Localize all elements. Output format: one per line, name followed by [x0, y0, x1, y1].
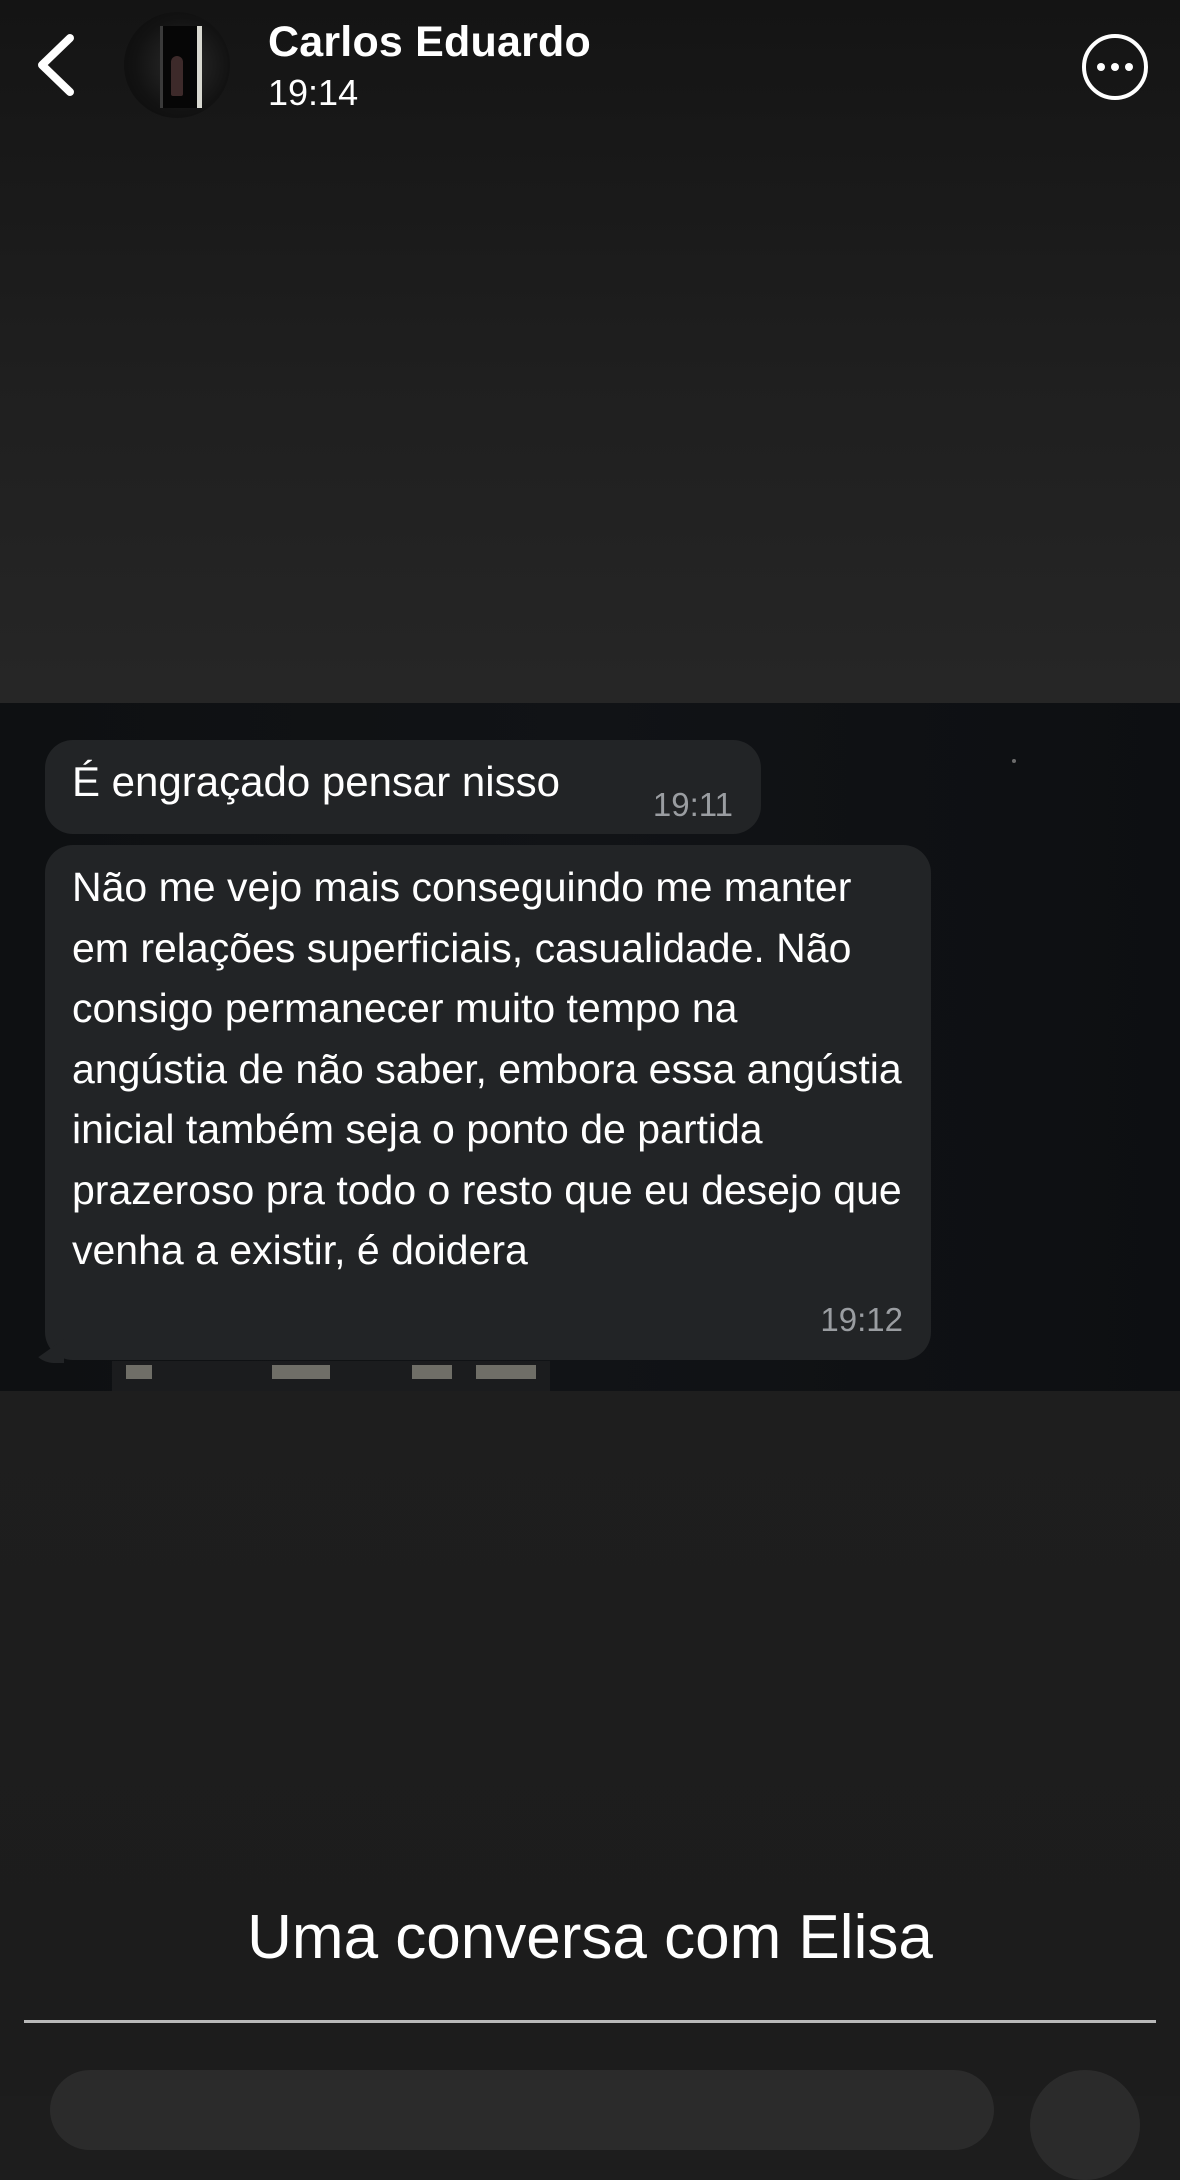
- window-light: [412, 1365, 452, 1379]
- more-dot: [1125, 63, 1133, 71]
- story-header: Carlos Eduardo 19:14: [0, 0, 1180, 140]
- more-dot: [1111, 63, 1119, 71]
- post-time: 19:14: [268, 72, 359, 113]
- window-light: [476, 1365, 536, 1379]
- background-photo-strip: [112, 1361, 550, 1391]
- back-button[interactable]: [28, 30, 84, 100]
- contact-name[interactable]: Carlos Eduardo: [268, 18, 591, 67]
- window-light: [126, 1365, 152, 1379]
- message-time: 19:11: [652, 786, 733, 823]
- message-bubble: Não me vejo mais conseguindo me manter e…: [45, 845, 931, 1360]
- avatar[interactable]: [124, 12, 230, 118]
- background-speck: [1012, 759, 1016, 763]
- avatar-photo-figure: [171, 56, 183, 96]
- message-text: É engraçado pensar nisso: [72, 758, 560, 805]
- message-bubble: É engraçado pensar nisso 19:11: [45, 740, 761, 834]
- chevron-left-icon: [38, 34, 74, 96]
- window-light: [272, 1365, 330, 1379]
- story-caption: Uma conversa com Elisa: [247, 1903, 933, 1972]
- more-horizontal-circle-icon: [1097, 63, 1105, 71]
- message-time: 19:12: [820, 1301, 903, 1338]
- more-options-button[interactable]: [1082, 34, 1148, 100]
- message-text: Não me vejo mais conseguindo me manter e…: [72, 864, 902, 1273]
- divider: [24, 2020, 1156, 2023]
- chat-screenshot: É engraçado pensar nisso 19:11 Não me ve…: [0, 703, 1180, 1391]
- action-button[interactable]: [1030, 2070, 1140, 2180]
- reply-input[interactable]: [50, 2070, 994, 2150]
